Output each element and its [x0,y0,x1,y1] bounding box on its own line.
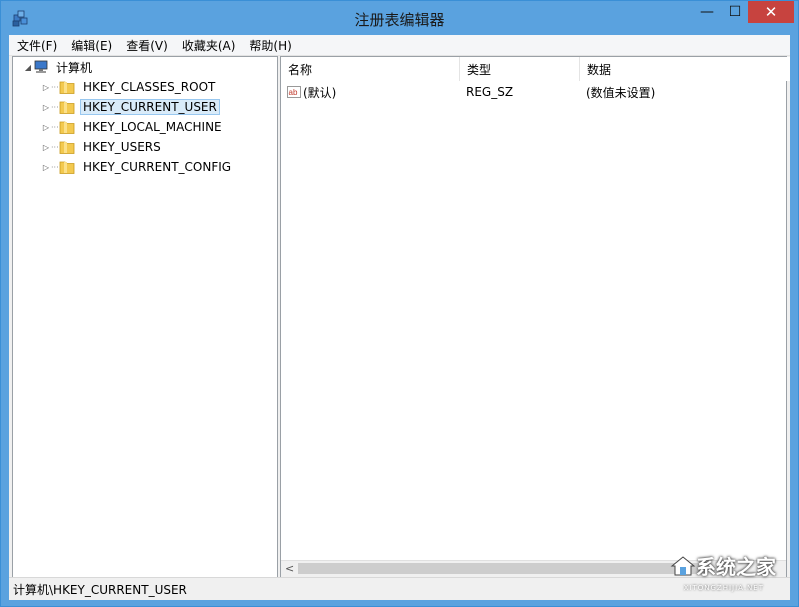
tree-item-label[interactable]: HKEY_CURRENT_CONFIG [80,159,234,175]
maximize-button[interactable]: ☐ [721,1,749,23]
folder-icon [59,141,75,154]
tree-root-label[interactable]: 计算机 [53,58,95,77]
tree-item[interactable]: ▷ ··· HKEY_CLASSES_ROOT [41,78,218,96]
tree-item[interactable]: ▷ ··· HKEY_USERS [41,138,164,156]
menu-view[interactable]: 查看(V) [118,37,174,54]
tree-item-label[interactable]: HKEY_CURRENT_USER [80,99,220,115]
expand-arrow-icon[interactable]: ▷ [41,163,51,172]
watermark-logo: 系统之家 [670,551,776,580]
watermark-text: 系统之家 [696,555,776,579]
value-type: REG_SZ [466,85,514,99]
values-list-pane[interactable]: 名称 类型 数据 ab (默认) REG_SZ (数值未设置) < [280,56,790,578]
menu-help[interactable]: 帮助(H) [241,37,297,54]
computer-icon [34,60,48,73]
title-bar[interactable]: 注册表编辑器 — ☐ ✕ [1,1,798,35]
value-name: (默认) [303,85,337,100]
registry-editor-window: 注册表编辑器 — ☐ ✕ 文件(F) 编辑(E) 查看(V) 收藏夹(A) 帮助… [0,0,799,607]
watermark-subtext: XITONGZHIJIA.NET [683,584,764,592]
scrollbar-thumb[interactable] [298,563,706,574]
content-area: ◢ 计算机 ▷ ··· HKEY_CLASSES_ROOT ▷ ··· HKEY_C… [9,56,790,578]
scroll-left-icon[interactable]: < [285,562,294,575]
svg-text:ab: ab [289,88,298,97]
expand-arrow-icon[interactable]: ▷ [41,83,51,92]
column-header-name[interactable]: 名称 [281,57,460,81]
menu-favorites[interactable]: 收藏夹(A) [174,37,242,54]
folder-icon [59,81,75,94]
menu-bar: 文件(F) 编辑(E) 查看(V) 收藏夹(A) 帮助(H) [9,35,790,56]
status-bar: 计算机\HKEY_CURRENT_USER [9,577,790,600]
tree-item[interactable]: ▷ ··· HKEY_CURRENT_CONFIG [41,158,234,176]
folder-icon [59,161,75,174]
expand-arrow-icon[interactable]: ▷ [41,103,51,112]
menu-edit[interactable]: 编辑(E) [63,37,118,54]
key-tree-pane[interactable]: ◢ 计算机 ▷ ··· HKEY_CLASSES_ROOT ▷ ··· HKEY_C… [12,56,278,578]
value-name-cell[interactable]: ab (默认) [287,83,336,101]
tree-root[interactable]: ◢ 计算机 [23,58,95,76]
expand-arrow-icon[interactable]: ▷ [41,123,51,132]
tree-item-label[interactable]: HKEY_USERS [80,139,164,155]
column-header-data[interactable]: 数据 [580,57,790,81]
tree-item-label[interactable]: HKEY_CLASSES_ROOT [80,79,218,95]
tree-item-label[interactable]: HKEY_LOCAL_MACHINE [80,119,225,135]
tree-item-selected[interactable]: ▷ ··· HKEY_CURRENT_USER [41,98,220,116]
tree-item[interactable]: ▷ ··· HKEY_LOCAL_MACHINE [41,118,225,136]
minimize-button[interactable]: — [693,1,721,23]
window-title: 注册表编辑器 [354,11,445,29]
collapse-arrow-icon[interactable]: ◢ [23,63,33,72]
status-path: 计算机\HKEY_CURRENT_USER [13,582,187,597]
column-header-type[interactable]: 类型 [460,57,580,81]
menu-file[interactable]: 文件(F) [9,37,63,54]
value-data: (数值未设置) [586,85,656,100]
folder-icon [59,121,75,134]
expand-arrow-icon[interactable]: ▷ [41,143,51,152]
close-button[interactable]: ✕ [748,1,794,23]
table-row[interactable]: ab (默认) REG_SZ (数值未设置) [281,83,786,101]
house-logo-icon [670,555,696,575]
string-value-icon: ab [287,86,301,98]
folder-icon [59,101,75,114]
